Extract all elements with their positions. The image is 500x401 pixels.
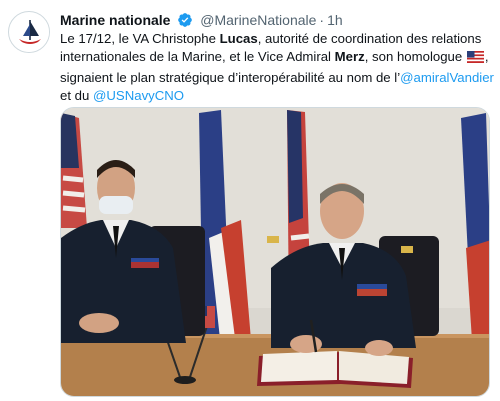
- mention-amiralvandier-link[interactable]: @amiralVandier: [400, 70, 494, 85]
- tweet-text-part: , son homologue: [364, 49, 466, 65]
- name-lucas: Lucas: [219, 31, 258, 46]
- us-flag-emoji-icon: [466, 50, 484, 68]
- tweet-text-part: Le 17/12, le VA Christophe: [60, 31, 220, 46]
- tweet-header: Marine nationale @MarineNationale · 1h: [60, 11, 492, 29]
- name-merz: Merz: [334, 49, 365, 65]
- avatar[interactable]: [8, 11, 50, 53]
- tweet-timestamp[interactable]: 1h: [327, 12, 343, 28]
- tweet-text: Le 17/12, le VA Christophe Lucas, autori…: [60, 30, 496, 105]
- separator-dot: ·: [319, 12, 325, 28]
- display-name[interactable]: Marine nationale: [60, 12, 170, 28]
- mention-usnavycno-link[interactable]: @USNavyCNO: [93, 88, 184, 103]
- account-handle[interactable]: @MarineNationale: [200, 12, 316, 28]
- verified-badge-icon: [177, 12, 193, 32]
- tweet-card[interactable]: Marine nationale @MarineNationale · 1h Le …: [0, 0, 500, 401]
- marine-nationale-logo-icon: [10, 13, 49, 52]
- tweet-text-part: et du: [60, 87, 93, 103]
- signing-ceremony-photo: [61, 108, 489, 396]
- tweet-photo[interactable]: [60, 107, 490, 397]
